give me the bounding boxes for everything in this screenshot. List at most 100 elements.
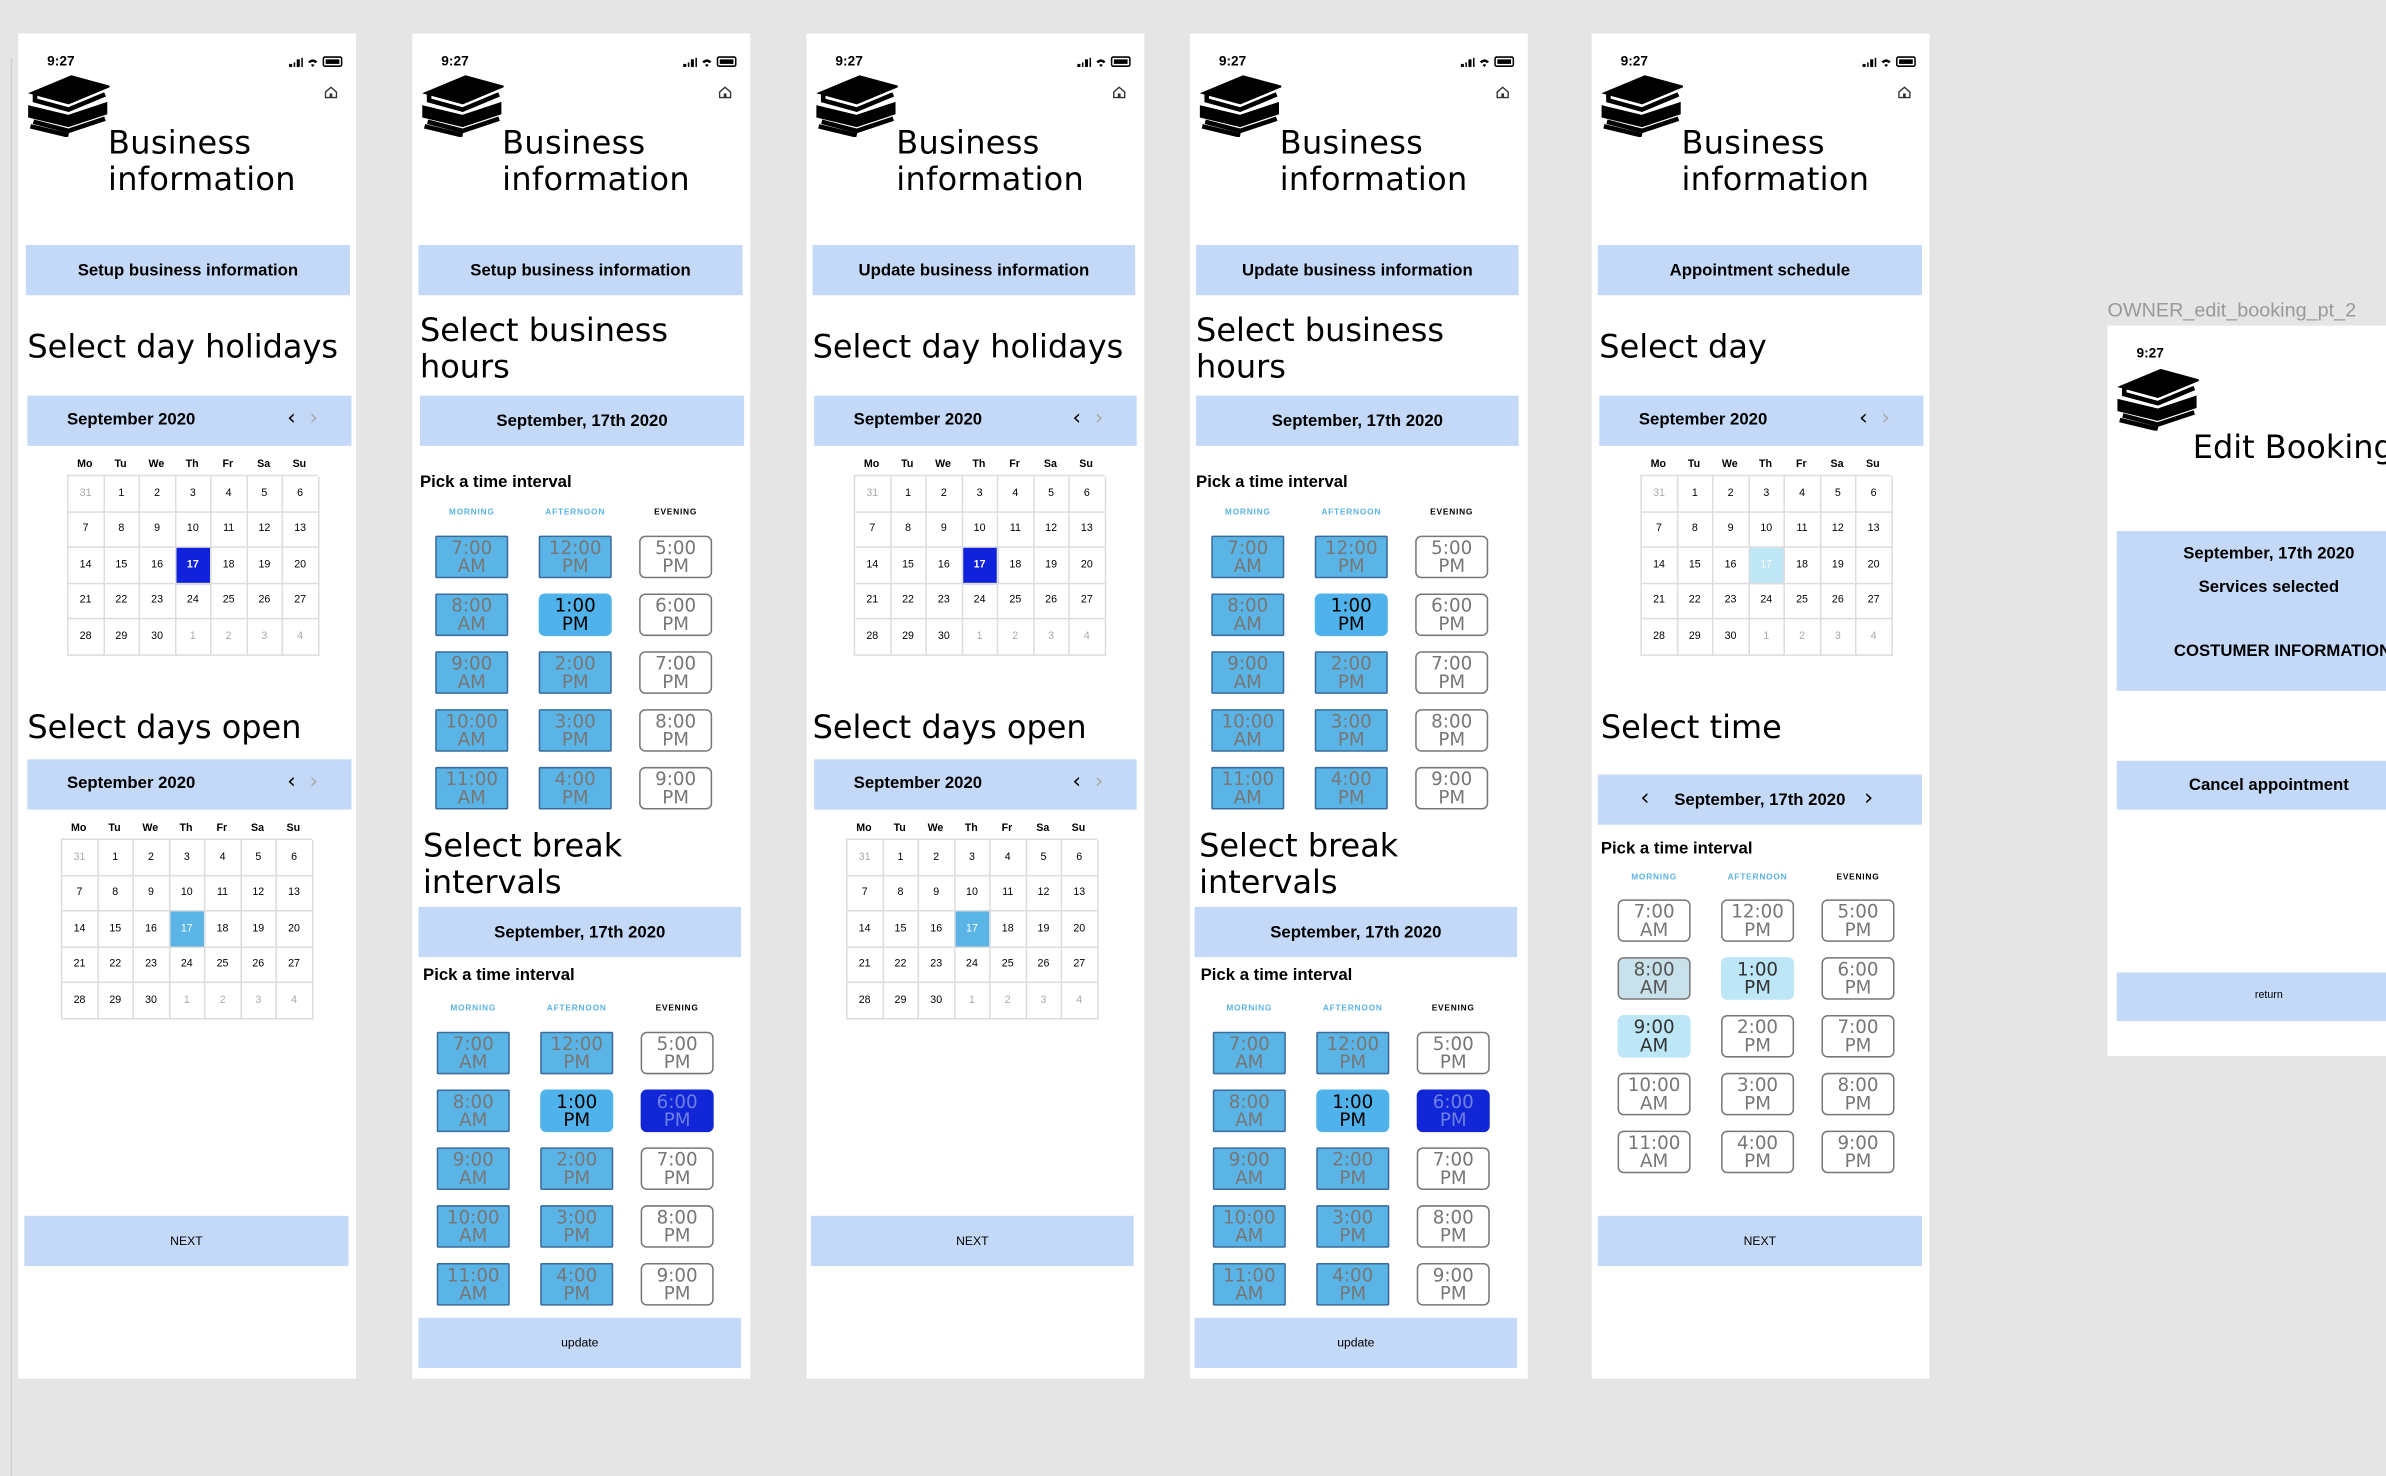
calendar-day[interactable]: 25	[211, 583, 248, 620]
calendar-day[interactable]: 15	[104, 547, 140, 584]
calendar-day[interactable]: 24	[1749, 583, 1785, 620]
time-slot[interactable]: 10:00 AM	[1211, 709, 1285, 752]
calendar-day[interactable]: 28	[62, 983, 99, 1019]
calendar-day[interactable]: 12	[247, 512, 284, 548]
calendar-day[interactable]: 3	[1033, 619, 1070, 656]
next-month-button[interactable]: ›	[1095, 770, 1104, 794]
calendar-day[interactable]: 25	[990, 947, 1027, 984]
calendar-day[interactable]: 29	[1677, 619, 1714, 656]
calendar-day[interactable]: 9	[133, 875, 170, 912]
calendar-day[interactable]: 4	[990, 839, 1027, 876]
time-slot[interactable]: 10:00 AM	[1617, 1072, 1691, 1116]
time-slot[interactable]: 2:00 PM	[1316, 1147, 1390, 1190]
calendar-day[interactable]: 8	[1677, 512, 1714, 548]
calendar-day[interactable]: 2	[926, 476, 963, 513]
time-slot[interactable]: 6:00 PM	[640, 1089, 714, 1133]
calendar-day[interactable]: 31	[68, 476, 105, 513]
time-slot[interactable]: 9:00 PM	[639, 766, 713, 810]
calendar-day[interactable]: 15	[883, 911, 920, 948]
calendar-day[interactable]: 5	[247, 476, 284, 513]
time-slot[interactable]: 12:00 PM	[1314, 535, 1388, 579]
calendar-day[interactable]: 21	[1641, 583, 1678, 620]
time-slot[interactable]: 9:00 AM	[1211, 651, 1285, 694]
calendar-day[interactable]: 21	[847, 947, 884, 984]
time-slot[interactable]: 11:00 AM	[435, 766, 509, 810]
time-slot[interactable]: 7:00 PM	[639, 651, 713, 694]
calendar-day[interactable]: 3	[241, 983, 277, 1019]
time-slot[interactable]: 12:00 PM	[540, 1031, 614, 1075]
calendar-day[interactable]: 12	[241, 875, 277, 912]
calendar-day[interactable]: 31	[1641, 476, 1678, 513]
calendar-day[interactable]: 2	[1713, 476, 1750, 513]
calendar-day[interactable]: 1	[169, 983, 206, 1019]
calendar-day[interactable]: 10	[1749, 512, 1785, 548]
time-slot[interactable]: 8:00 AM	[435, 593, 509, 637]
calendar-day[interactable]: 14	[68, 547, 105, 584]
calendar-day[interactable]: 12	[1026, 875, 1063, 912]
calendar-day[interactable]: 30	[1713, 619, 1750, 656]
time-slot[interactable]: 4:00 PM	[540, 1263, 614, 1306]
calendar-day[interactable]: 3	[169, 839, 206, 876]
calendar-day[interactable]: 25	[1784, 583, 1821, 620]
time-slot[interactable]: 8:00 PM	[1416, 1205, 1490, 1248]
calendar-day[interactable]: 21	[68, 583, 105, 620]
calendar-day[interactable]: 16	[139, 547, 176, 584]
time-slot[interactable]: 3:00 PM	[1314, 709, 1388, 752]
calendar-day[interactable]: 17	[1749, 547, 1785, 584]
calendar-day[interactable]: 29	[890, 619, 927, 656]
time-slot[interactable]: 7:00 AM	[1617, 899, 1691, 942]
calendar-day[interactable]: 7	[62, 875, 99, 912]
time-slot[interactable]: 2:00 PM	[540, 1147, 614, 1190]
time-slot[interactable]: 12:00 PM	[1316, 1031, 1390, 1075]
calendar-day[interactable]: 28	[68, 619, 105, 656]
calendar-day[interactable]: 26	[247, 583, 284, 620]
calendar-day[interactable]: 11	[205, 875, 242, 912]
prev-month-button[interactable]: ‹	[287, 770, 296, 794]
time-slot[interactable]: 2:00 PM	[1721, 1014, 1795, 1058]
calendar-day[interactable]: 16	[919, 911, 955, 948]
calendar-day[interactable]: 26	[1026, 947, 1063, 984]
calendar-day[interactable]: 27	[276, 947, 313, 984]
calendar-day[interactable]: 8	[104, 512, 140, 548]
time-slot[interactable]: 8:00 PM	[1821, 1072, 1895, 1116]
calendar-day[interactable]: 10	[169, 875, 206, 912]
calendar-day[interactable]: 31	[855, 476, 891, 513]
prev-month-button[interactable]: ‹	[1072, 406, 1081, 430]
time-slot[interactable]: 4:00 PM	[1721, 1130, 1795, 1174]
time-slot[interactable]: 10:00 AM	[1212, 1205, 1286, 1248]
calendar-day[interactable]: 5	[1026, 839, 1063, 876]
calendar-day[interactable]: 1	[104, 476, 140, 513]
calendar-day[interactable]: 26	[1033, 583, 1070, 620]
calendar-day[interactable]: 9	[926, 512, 963, 548]
time-slot[interactable]: 1:00 PM	[540, 1089, 614, 1133]
calendar-day[interactable]: 13	[276, 875, 313, 912]
calendar-day[interactable]: 3	[1749, 476, 1785, 513]
calendar-day[interactable]: 20	[276, 911, 313, 948]
time-slot[interactable]: 9:00 AM	[436, 1147, 510, 1190]
calendar-day[interactable]: 7	[847, 875, 884, 912]
calendar-day[interactable]: 30	[133, 983, 170, 1019]
time-slot[interactable]: 5:00 PM	[1416, 1031, 1490, 1075]
calendar-day[interactable]: 8	[890, 512, 927, 548]
calendar-day[interactable]: 18	[205, 911, 242, 948]
time-slot[interactable]: 10:00 AM	[435, 709, 509, 752]
calendar-day[interactable]: 4	[1062, 983, 1098, 1019]
time-slot[interactable]: 8:00 PM	[640, 1205, 714, 1248]
prev-month-button[interactable]: ‹	[287, 406, 296, 430]
calendar-day[interactable]: 10	[954, 875, 991, 912]
calendar-day[interactable]: 27	[1856, 583, 1893, 620]
calendar-day[interactable]: 19	[1820, 547, 1857, 584]
calendar-day[interactable]: 6	[1856, 476, 1893, 513]
calendar-day[interactable]: 24	[962, 583, 999, 620]
calendar-day[interactable]: 11	[1784, 512, 1821, 548]
calendar-day[interactable]: 17	[175, 547, 212, 584]
time-slot[interactable]: 7:00 AM	[1212, 1031, 1286, 1075]
time-slot[interactable]: 1:00 PM	[1314, 593, 1388, 637]
cancel-appointment-button[interactable]: Cancel appointment	[2116, 760, 2386, 810]
calendar-day[interactable]: 29	[104, 619, 140, 656]
calendar-day[interactable]: 2	[139, 476, 176, 513]
calendar-day[interactable]: 10	[175, 512, 212, 548]
calendar-day[interactable]: 24	[175, 583, 212, 620]
time-slot[interactable]: 12:00 PM	[1721, 899, 1795, 942]
calendar-day[interactable]: 2	[133, 839, 170, 876]
